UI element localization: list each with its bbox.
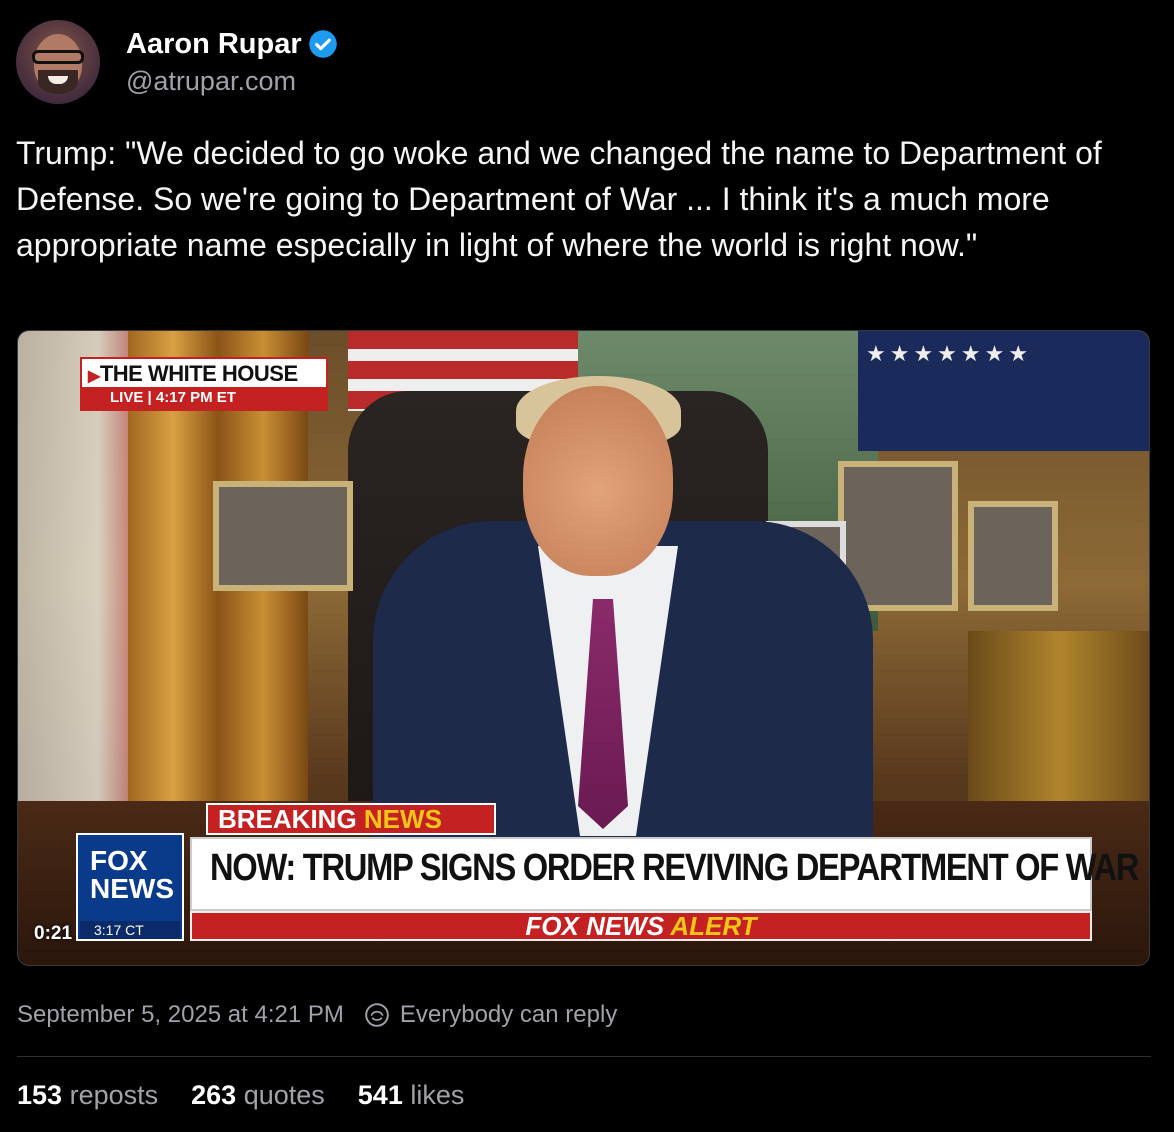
video-player[interactable]: ★★★★★★★ ▶THE WHITE HOUSE LIVE | 4:17 PM … [17,330,1150,966]
news-word: NEWS [363,804,442,834]
post-timestamp[interactable]: September 5, 2025 at 4:21 PM [17,1001,344,1029]
post-text: Trump: "We decided to go woke and we cha… [16,135,1102,263]
divider [17,1056,1151,1057]
reply-setting-text: Everybody can reply [399,1001,618,1028]
face [523,386,673,576]
likes-stat[interactable]: 541 likes [358,1080,465,1111]
location-bug-text: THE WHITE HOUSE [99,361,298,386]
quotes-count: 263 [191,1080,237,1110]
likes-count: 541 [357,1080,403,1110]
video-elapsed-time: 0:21 [34,923,73,944]
verified-badge-icon [308,30,337,58]
reposts-stat[interactable]: 153 reposts [17,1080,158,1111]
engagement-stats: 153 reposts 263 quotes 541 likes [17,1080,497,1111]
flag-stars-icon: ★★★★★★★ [866,341,1033,366]
post-meta: September 5, 2025 at 4:21 PM Everybody c… [17,1001,617,1029]
logo-line-1: FOX [90,845,148,876]
likes-label: likes [410,1080,465,1110]
quotes-stat[interactable]: 263 quotes [191,1080,325,1111]
alert-bar: FOX NEWS ALERT [190,911,1092,941]
breaking-news-tag: BREAKING NEWS [206,803,496,835]
headline-bar: NOW: TRUMP SIGNS ORDER REVIVING DEPARTME… [190,837,1139,911]
location-bug: ▶THE WHITE HOUSE LIVE | 4:17 PM ET [80,357,328,411]
live-bar: LIVE | 4:17 PM ET [82,387,326,409]
headline-text: NOW: TRUMP SIGNS ORDER REVIVING DEPARTME… [210,847,1139,889]
logo-line-2: NEWS [90,873,174,904]
framed-photo [213,481,353,591]
avatar-glasses [32,50,84,64]
author-handle[interactable]: @atrupar.com [126,65,338,97]
play-arrow-icon: ▶ [88,368,100,385]
author-display-name-text[interactable]: Aaron Rupar [126,27,302,61]
reposts-count: 153 [17,1080,63,1110]
live-time: 4:17 PM ET [155,389,236,406]
reposts-label: reposts [69,1080,159,1110]
reply-settings-icon [365,1003,389,1027]
post-header: Aaron Rupar @atrupar.com [16,20,338,104]
author-display-name[interactable]: Aaron Rupar [126,27,338,61]
breaking-word: BREAKING [218,804,357,834]
author-names: Aaron Rupar @atrupar.com [126,27,338,97]
alert-word: ALERT [670,911,757,941]
quotes-label: quotes [243,1080,325,1110]
live-label: LIVE [110,389,144,406]
broadcast-clock: 3:17 CT [80,921,180,939]
framed-photo [968,501,1058,611]
alert-brand: FOX NEWS [525,911,665,941]
avatar[interactable] [16,20,100,104]
